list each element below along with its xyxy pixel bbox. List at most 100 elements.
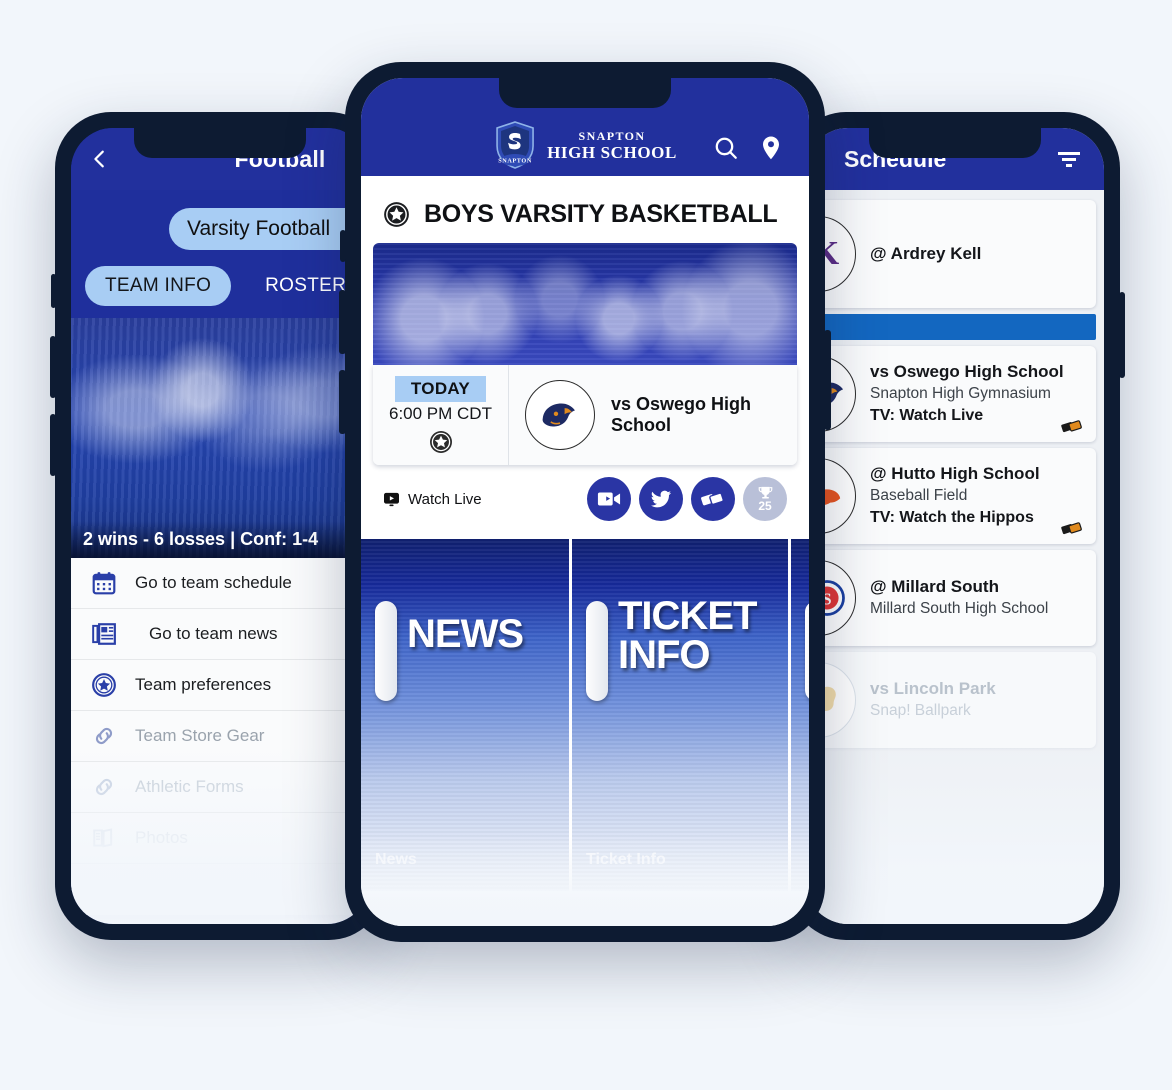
- menu-item-team-store-gear[interactable]: Team Store Gear: [71, 711, 369, 762]
- venue-name: Baseball Field: [870, 487, 968, 505]
- opponent-name: @ Ardrey Kell: [870, 243, 982, 263]
- schedule-row-text: @ Ardrey Kell: [870, 243, 981, 266]
- venue-name: Millard South High School: [870, 600, 1049, 617]
- watch-live-label: Watch Live: [408, 490, 482, 508]
- school-name-line2: HIGH SCHOOL: [547, 142, 677, 162]
- opponent-name: vs Lincoln Park: [870, 679, 996, 699]
- tile-caption: News: [375, 851, 417, 868]
- tab-team-info[interactable]: TEAM INFO: [85, 266, 232, 306]
- tile-accent-bar: [805, 601, 809, 701]
- menu-item-photos[interactable]: Photos: [71, 813, 369, 864]
- rewards-button[interactable]: 25: [743, 477, 787, 521]
- center-phone-device: SNAPTON SNAPTON HIGH SCHOOL BOYS VARSITY…: [339, 62, 831, 942]
- menu-item-athletic-forms[interactable]: Athletic Forms: [71, 762, 369, 813]
- left-phone-device: Football Varsity Football TEAM INFO ROST…: [50, 112, 385, 940]
- rewards-count: 25: [758, 498, 772, 513]
- football-hero-image: 2 wins - 6 losses | Conf: 1-4: [71, 318, 369, 558]
- panther-logo-icon: [542, 403, 575, 427]
- school-logo[interactable]: SNAPTON SNAPTON HIGH SCHOOL: [493, 120, 677, 170]
- tile-news[interactable]: NEWS News: [361, 539, 569, 891]
- page-title: BOYS VARSITY BASKETBALL: [361, 176, 809, 243]
- schedule-row-ardrey-kell[interactable]: K @ Ardrey Kell: [806, 200, 1096, 308]
- phone-center-mute-button[interactable]: [340, 230, 346, 262]
- tickets-icon[interactable]: [1060, 520, 1084, 536]
- phone-left-volume-up-button[interactable]: [50, 336, 56, 398]
- team-record: 2 wins - 6 losses | Conf: 1-4: [71, 521, 369, 558]
- star-badge-icon: [384, 202, 409, 227]
- opponent-name: vs Oswego High School: [870, 362, 1064, 382]
- phone-center-power-button[interactable]: [824, 330, 831, 430]
- phone-right-power-button[interactable]: [1119, 292, 1125, 378]
- left-phone-screen: Football Varsity Football TEAM INFO ROST…: [71, 128, 369, 924]
- school-name: SNAPTON HIGH SCHOOL: [547, 130, 677, 161]
- schedule-row-millard-south[interactable]: S @ Millard South Millard South High Sch…: [806, 550, 1096, 646]
- game-card-opponent: vs Oswego High School: [509, 365, 797, 465]
- schedule-list: K @ Ardrey Kell vs Oswego High School Sn…: [806, 190, 1104, 748]
- schedule-row-text: vs Lincoln Park Snap! Ballpark: [870, 678, 996, 722]
- schedule-row-text: @ Millard South Millard South High Schoo…: [870, 576, 1048, 620]
- book-icon: [93, 828, 113, 848]
- menu-item-label: Photos: [135, 828, 188, 847]
- game-hero-block: TODAY 6:00 PM CDT vs Oswego High School: [361, 243, 809, 465]
- tile-accent-bar: [586, 601, 608, 701]
- schedule-row-lincoln-park[interactable]: vs Lincoln Park Snap! Ballpark: [806, 652, 1096, 748]
- tile-next[interactable]: [791, 539, 809, 891]
- filter-icon[interactable]: [1054, 146, 1084, 172]
- app-mockup-stage: Football Varsity Football TEAM INFO ROST…: [0, 0, 1172, 1090]
- menu-item-more[interactable]: [71, 864, 369, 915]
- team-menu-list: Go to team schedule Go to team news Team…: [71, 558, 369, 915]
- calendar-icon: [92, 572, 116, 595]
- snapton-shield-icon: SNAPTON: [496, 121, 534, 169]
- tile-caption: Ticket Info: [586, 851, 666, 868]
- menu-item-team-preferences[interactable]: Team preferences: [71, 660, 369, 711]
- menu-item-label: Go to team news: [149, 624, 278, 643]
- basketball-hero-image: [373, 243, 797, 365]
- right-phone-screen: Schedule K @ Ardrey Kell vs Oswego High …: [806, 128, 1104, 924]
- watch-live-link[interactable]: Watch Live: [383, 491, 482, 508]
- link-icon: [95, 727, 113, 745]
- menu-item-go-to-team-news[interactable]: Go to team news: [71, 609, 369, 660]
- schedule-divider-bar: [814, 314, 1096, 340]
- opponent-name: @ Hutto High School: [870, 464, 1040, 484]
- news-icon: [92, 623, 116, 645]
- phone-left-volume-down-button[interactable]: [50, 414, 56, 476]
- right-phone-device: Schedule K @ Ardrey Kell vs Oswego High …: [790, 112, 1125, 940]
- phone-center-volume-up-button[interactable]: [339, 290, 346, 354]
- star-badge-icon[interactable]: [429, 430, 453, 454]
- venue-name: Snapton High Gymnasium: [870, 385, 1051, 403]
- today-badge: TODAY: [394, 376, 487, 402]
- menu-item-label: Go to team schedule: [135, 573, 292, 592]
- menu-item-go-to-team-schedule[interactable]: Go to team schedule: [71, 558, 369, 609]
- tile-headline: NEWS: [407, 612, 524, 656]
- next-game-card[interactable]: TODAY 6:00 PM CDT vs Oswego High School: [373, 365, 797, 465]
- phone-center-volume-down-button[interactable]: [339, 370, 346, 434]
- page-title-text: BOYS VARSITY BASKETBALL: [424, 200, 778, 228]
- tickets-icon: [701, 492, 724, 506]
- game-time: 6:00 PM CDT: [389, 404, 492, 423]
- location-pin-icon[interactable]: [759, 135, 783, 161]
- menu-item-label: Team preferences: [135, 675, 272, 694]
- star-badge-icon: [92, 673, 116, 697]
- tile-ticket-info[interactable]: TICKET INFO Ticket Info: [572, 539, 788, 891]
- center-nav-icons: [713, 135, 783, 161]
- schedule-row-oswego[interactable]: vs Oswego High School Snapton High Gymna…: [806, 346, 1096, 442]
- tile-accent-bar: [375, 601, 397, 701]
- tickets-button[interactable]: [691, 477, 735, 521]
- svg-text:SNAPTON: SNAPTON: [498, 158, 532, 165]
- right-phone-fade: [806, 744, 1104, 924]
- center-phone-notch: [499, 78, 671, 108]
- school-name-line1: SNAPTON: [578, 128, 646, 143]
- tv-info: TV: Watch Live: [870, 407, 984, 425]
- video-button[interactable]: [587, 477, 631, 521]
- search-icon[interactable]: [713, 135, 739, 161]
- twitter-button[interactable]: [639, 477, 683, 521]
- link-icon: [95, 778, 113, 796]
- tickets-icon[interactable]: [1060, 418, 1084, 434]
- team-selector[interactable]: Varsity Football: [169, 208, 369, 250]
- phone-left-mute-button[interactable]: [51, 274, 56, 308]
- schedule-row-text: @ Hutto High School Baseball Field TV: W…: [870, 463, 1040, 528]
- schedule-row-hutto[interactable]: @ Hutto High School Baseball Field TV: W…: [806, 448, 1096, 544]
- left-phone-notch: [134, 128, 306, 158]
- opponent-name: @ Millard South: [870, 577, 999, 597]
- game-card-datetime: TODAY 6:00 PM CDT: [373, 365, 509, 465]
